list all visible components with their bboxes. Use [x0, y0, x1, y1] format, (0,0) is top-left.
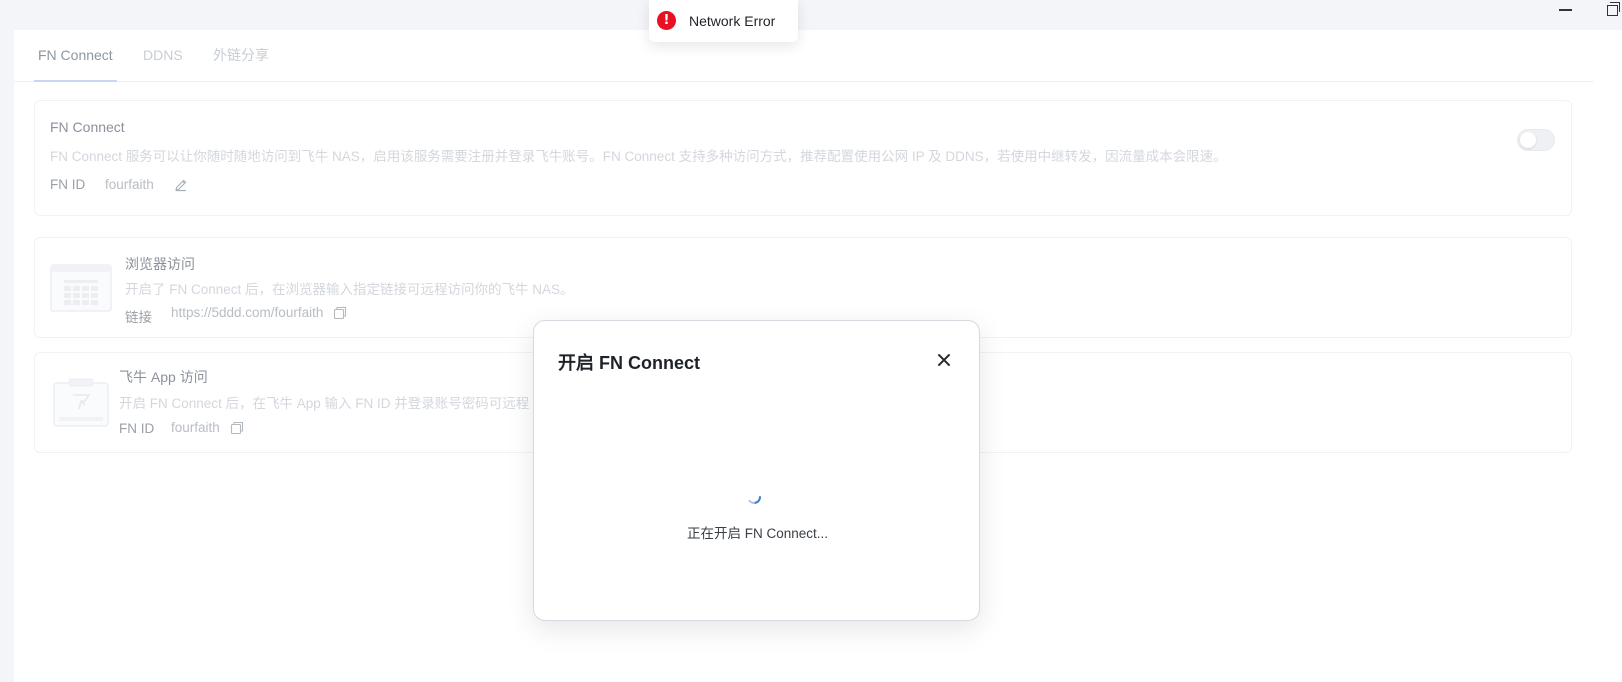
copy-icon[interactable]	[333, 306, 347, 320]
tab-bar: FN Connect DDNS 外链分享	[14, 30, 1594, 82]
fn-connect-title: FN Connect	[50, 119, 125, 135]
dialog-title: 开启 FN Connect	[558, 353, 700, 373]
enable-fn-connect-dialog: 开启 FN Connect 正在开启 FN Connect...	[533, 320, 980, 621]
browser-illustration-icon	[50, 264, 112, 312]
close-button[interactable]	[932, 348, 956, 372]
toast-message: Network Error	[689, 13, 776, 29]
link-label: 链接	[125, 310, 152, 325]
fn-connect-card: FN Connect FN Connect 服务可以让你随时随地访问到飞牛 NA…	[34, 100, 1572, 216]
tab-external-share[interactable]: 外链分享	[213, 46, 269, 82]
fn-connect-toggle[interactable]	[1517, 129, 1555, 151]
app-fn-id-value: fourfaith	[171, 420, 220, 435]
app-fn-id-label: FN ID	[119, 421, 155, 436]
fn-id-value: fourfaith	[105, 177, 154, 192]
copy-icon[interactable]	[230, 421, 244, 435]
close-icon	[938, 354, 950, 366]
fn-connect-description: FN Connect 服务可以让你随时随地访问到飞牛 NAS，启用该服务需要注册…	[50, 149, 1227, 164]
browser-access-description: 开启了 FN Connect 后，在浏览器输入指定链接可远程访问你的飞牛 NAS…	[125, 282, 574, 297]
minimize-icon	[1558, 9, 1572, 11]
tab-ddns[interactable]: DDNS	[143, 46, 183, 82]
error-icon: !	[657, 11, 676, 30]
maximize-button[interactable]	[1597, 0, 1622, 20]
loading-spinner-icon	[748, 496, 761, 504]
app-illustration-icon	[53, 378, 109, 427]
network-error-toast: ! Network Error	[649, 0, 798, 42]
app-access-title: 飞牛 App 访问	[119, 369, 208, 385]
dialog-status-text: 正在开启 FN Connect...	[686, 526, 829, 541]
browser-access-title: 浏览器访问	[125, 256, 195, 272]
minimize-button[interactable]	[1550, 0, 1580, 20]
toggle-knob	[1520, 132, 1536, 148]
fn-id-label: FN ID	[50, 177, 86, 192]
link-value[interactable]: https://5ddd.com/fourfaith	[171, 305, 323, 320]
window-title-bar	[0, 0, 1622, 30]
edit-icon[interactable]	[174, 178, 188, 192]
tab-fn-connect[interactable]: FN Connect	[34, 46, 117, 82]
restore-icon	[1606, 1, 1620, 16]
app-access-description: 开启 FN Connect 后，在飞牛 App 输入 FN ID 并登录账号密码…	[119, 396, 530, 411]
